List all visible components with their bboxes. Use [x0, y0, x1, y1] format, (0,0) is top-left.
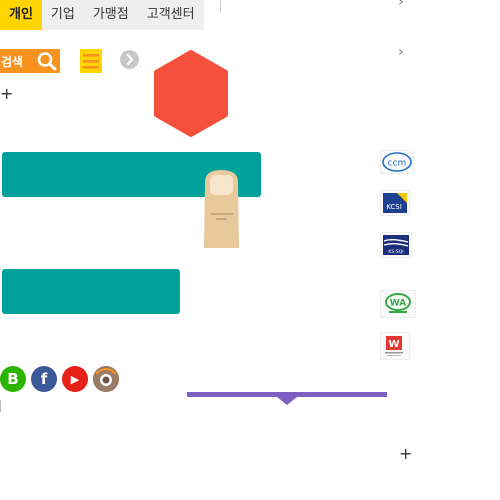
- hamburger-menu-icon[interactable]: [80, 49, 102, 73]
- top-tab-bar: 개인 기업 가맹점 고객센터: [0, 0, 204, 30]
- svg-text:W: W: [388, 339, 399, 350]
- svg-text:WA: WA: [390, 299, 407, 309]
- search-button[interactable]: 검색: [0, 49, 60, 73]
- divider: [220, 0, 221, 12]
- plus-icon[interactable]: +: [0, 84, 13, 103]
- tab-business[interactable]: 기업: [42, 0, 84, 30]
- hexagon-graphic: [154, 50, 228, 137]
- finger-touch-icon: [204, 170, 239, 248]
- ccm-certification-icon: ccm: [380, 150, 414, 174]
- tab-personal[interactable]: 개인: [0, 0, 42, 30]
- instagram-icon[interactable]: [93, 366, 119, 392]
- tab-merchant[interactable]: 가맹점: [84, 0, 138, 30]
- facebook-icon[interactable]: f: [31, 366, 57, 392]
- plus-icon[interactable]: +: [399, 444, 412, 463]
- chevron-right-icon[interactable]: ›: [398, 0, 404, 10]
- chevron-right-icon: [126, 53, 134, 66]
- next-button[interactable]: [120, 50, 139, 69]
- ks-sqi-certification-icon: KS-SQI: [380, 232, 412, 258]
- search-label: 검색: [1, 54, 24, 69]
- teal-banner-2[interactable]: [2, 269, 180, 314]
- pointer-arrow-icon: [277, 397, 297, 405]
- svg-text:KCSI: KCSI: [386, 203, 402, 211]
- divider: [0, 400, 1, 412]
- blog-icon[interactable]: B: [0, 366, 26, 392]
- youtube-icon[interactable]: ▶: [62, 366, 88, 392]
- svg-text:ccm: ccm: [388, 159, 407, 169]
- kcsi-certification-icon: KCSI: [380, 190, 410, 216]
- wa-accessibility-certification-icon: WA: [380, 290, 416, 318]
- web-award-icon: W: [380, 332, 410, 360]
- svg-text:KS-SQI: KS-SQI: [388, 249, 403, 255]
- tab-customer-center[interactable]: 고객센터: [138, 0, 204, 30]
- search-icon: [37, 52, 57, 71]
- chevron-right-icon[interactable]: ›: [398, 44, 404, 60]
